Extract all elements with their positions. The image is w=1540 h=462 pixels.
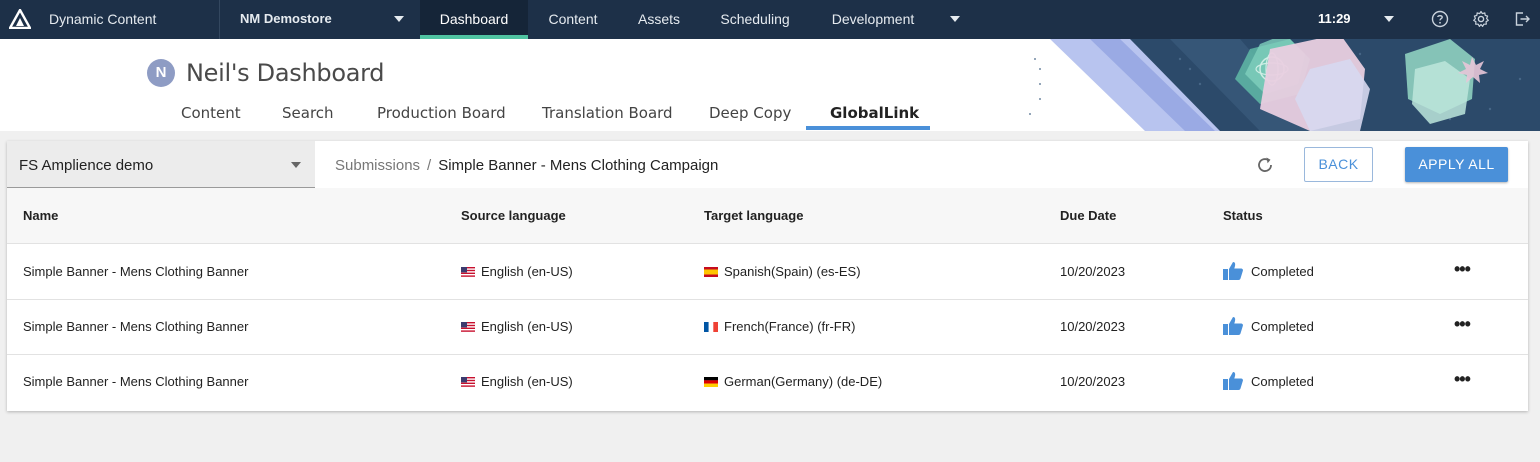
help-icon[interactable] (1431, 10, 1449, 28)
us-flag-icon (461, 267, 475, 277)
row-due-date: 10/20/2023 (1060, 374, 1126, 389)
source-language-label: English (en-US) (481, 319, 573, 334)
more-options-icon[interactable]: ••• (1454, 260, 1472, 280)
amplience-logo-icon[interactable] (9, 9, 31, 29)
page-title: Neil's Dashboard (186, 59, 385, 87)
avatar: N (147, 59, 175, 87)
row-due-date: 10/20/2023 (1060, 264, 1126, 279)
store-chevron-down-icon[interactable] (394, 16, 404, 22)
logout-icon[interactable] (1513, 10, 1531, 28)
row-due-date: 10/20/2023 (1060, 319, 1126, 334)
row-target-language: French(France) (fr-FR) (704, 319, 855, 334)
submission-panel: FS Amplience demo Submissions / Simple Ban… (7, 141, 1528, 411)
back-button[interactable]: BACK (1304, 147, 1373, 182)
us-flag-icon (461, 322, 475, 332)
tab-globallink[interactable]: GlobalLink (830, 104, 919, 122)
column-header-target-language[interactable]: Target language (704, 208, 803, 223)
settings-gear-icon[interactable] (1472, 10, 1490, 28)
refresh-icon[interactable] (1255, 155, 1275, 175)
nav-tab-content[interactable]: Content (536, 0, 610, 39)
column-header-name[interactable]: Name (23, 208, 58, 223)
row-source-language: English (en-US) (461, 319, 573, 334)
tab-search[interactable]: Search (282, 104, 334, 122)
row-status: Completed (1251, 374, 1314, 389)
row-status: Completed (1251, 319, 1314, 334)
de-flag-icon (704, 377, 718, 387)
active-tab-indicator (806, 126, 930, 130)
row-target-language: Spanish(Spain) (es-ES) (704, 264, 861, 279)
breadcrumb-current: Simple Banner - Mens Clothing Campaign (438, 157, 719, 174)
breadcrumb: Submissions / Simple Banner - Mens Clothin… (335, 157, 718, 174)
table-row[interactable]: Simple Banner - Mens Clothing Banner Eng… (7, 300, 1528, 355)
table-row[interactable]: Simple Banner - Mens Clothing Banner Eng… (7, 355, 1528, 410)
target-language-label: Spanish(Spain) (es-ES) (724, 264, 861, 279)
development-chevron-down-icon[interactable] (950, 16, 960, 22)
store-selector[interactable]: NM Demostore (240, 11, 332, 26)
decorative-banner (1020, 39, 1540, 131)
thumbs-up-icon (1223, 372, 1243, 390)
target-language-label: German(Germany) (de-DE) (724, 374, 883, 389)
nav-tab-assets[interactable]: Assets (626, 0, 692, 39)
top-nav-bar: Dynamic Content NM Demostore Dashboard C… (0, 0, 1540, 39)
source-language-label: English (en-US) (481, 264, 573, 279)
nav-tab-dashboard[interactable]: Dashboard (420, 0, 528, 39)
es-flag-icon (704, 267, 718, 277)
thumbs-up-icon (1223, 262, 1243, 280)
dashboard-header: N Neil's Dashboard Content Search Produc… (0, 39, 1540, 131)
time-chevron-down-icon[interactable] (1384, 16, 1394, 22)
nav-divider (219, 0, 220, 39)
app-title[interactable]: Dynamic Content (49, 11, 156, 27)
source-language-label: English (en-US) (481, 374, 573, 389)
target-language-label: French(France) (fr-FR) (724, 319, 856, 334)
column-header-status[interactable]: Status (1223, 208, 1263, 223)
table-row[interactable]: Simple Banner - Mens Clothing Banner Eng… (7, 245, 1528, 300)
row-target-language: German(Germany) (de-DE) (704, 374, 882, 389)
row-name: Simple Banner - Mens Clothing Banner (23, 319, 249, 334)
thumbs-up-icon (1223, 317, 1243, 335)
nav-tab-development[interactable]: Development (818, 0, 928, 39)
tab-content[interactable]: Content (181, 104, 241, 122)
row-name: Simple Banner - Mens Clothing Banner (23, 264, 249, 279)
clock-time[interactable]: 11:29 (1318, 11, 1351, 26)
row-status: Completed (1251, 264, 1314, 279)
breadcrumb-submissions-link[interactable]: Submissions (335, 157, 420, 174)
project-chevron-down-icon[interactable] (291, 162, 301, 168)
more-options-icon[interactable]: ••• (1454, 370, 1472, 390)
row-source-language: English (en-US) (461, 374, 573, 389)
row-name: Simple Banner - Mens Clothing Banner (23, 374, 249, 389)
apply-all-button[interactable]: APPLY ALL (1405, 147, 1508, 182)
row-source-language: English (en-US) (461, 264, 573, 279)
nav-tab-scheduling[interactable]: Scheduling (708, 0, 802, 39)
project-select[interactable]: FS Amplience demo (7, 141, 315, 188)
table-header: Name Source language Target language Due… (7, 188, 1528, 244)
fr-flag-icon (704, 322, 718, 332)
project-select-value: FS Amplience demo (19, 157, 154, 174)
breadcrumb-separator: / (427, 157, 432, 174)
column-header-due-date[interactable]: Due Date (1060, 208, 1116, 223)
tab-deep-copy[interactable]: Deep Copy (709, 104, 791, 122)
us-flag-icon (461, 377, 475, 387)
column-header-source-language[interactable]: Source language (461, 208, 566, 223)
tab-production-board[interactable]: Production Board (377, 104, 506, 122)
more-options-icon[interactable]: ••• (1454, 315, 1472, 335)
tab-translation-board[interactable]: Translation Board (542, 104, 673, 122)
